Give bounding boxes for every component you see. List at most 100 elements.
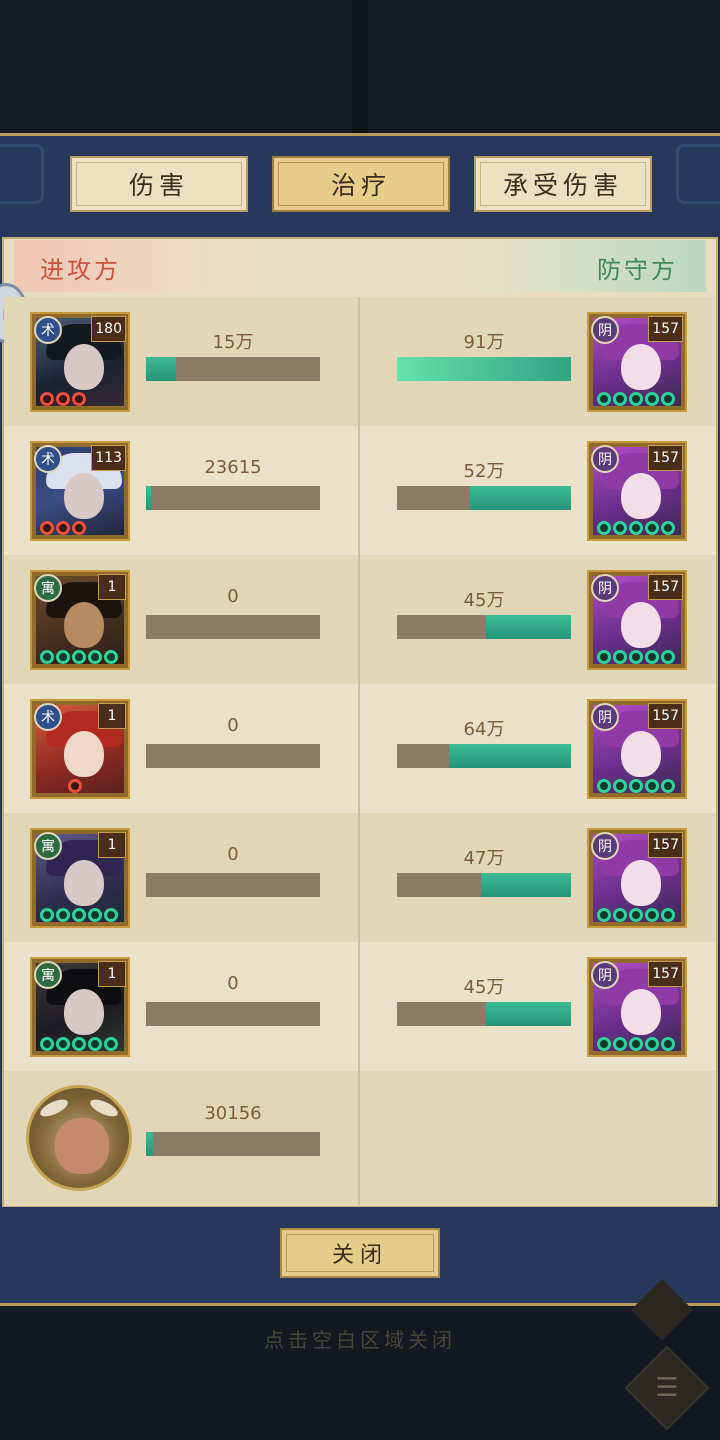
defender-bar [397,744,571,768]
cloud-ornament-right [676,144,720,204]
jade-icon [661,392,675,406]
jade-icon [661,650,675,664]
attacker-portrait[interactable]: 术 113 [30,441,130,541]
face [621,602,661,648]
summon-value: 30156 [204,1103,262,1124]
tab-healing[interactable]: 治疗 [272,156,450,212]
tap-to-close-hint: 点击空白区域关闭 [264,1328,456,1352]
attacker-value: 15万 [212,332,254,353]
background-top [0,0,720,135]
jade-icon [72,392,86,406]
attacker-portrait[interactable]: 寓 1 [30,570,130,670]
attacker-value: 23615 [204,457,262,478]
soul-jade-row [597,650,675,664]
level-badge: 157 [648,316,683,342]
defender-portrait[interactable]: 阴 157 [587,441,687,541]
level-badge: 1 [98,832,126,858]
attacker-value: 0 [227,715,239,736]
jade-icon [645,779,659,793]
face [64,989,104,1035]
summon-portrait[interactable] [26,1085,132,1191]
defender-value: 91万 [463,332,505,353]
faction-badge: 寓 [34,574,62,602]
faction-badge: 阴 [591,445,619,473]
level-badge: 157 [648,574,683,600]
defender-portrait[interactable]: 阴 157 [587,570,687,670]
summon-face [55,1118,109,1174]
jade-icon [645,521,659,535]
soul-jade-row [597,908,675,922]
tab-damage-taken-label: 承受伤害 [502,171,623,200]
face [621,989,661,1035]
level-badge: 157 [648,703,683,729]
soul-jade-row [68,779,82,793]
defender-bar-fill [397,357,571,381]
jade-icon [645,650,659,664]
center-divider [358,297,360,1205]
defender-portrait[interactable]: 阴 157 [587,957,687,1057]
jade-icon [88,650,102,664]
defender-value: 45万 [463,590,505,611]
attacker-bar-fill [146,357,176,381]
defender-bar-fill [449,744,571,768]
attacker-portrait[interactable]: 寓 1 [30,828,130,928]
jade-icon [613,650,627,664]
jade-icon [661,779,675,793]
attacker-portrait[interactable]: 术 1 [30,699,130,799]
jade-icon [40,1037,54,1051]
jade-icon [88,908,102,922]
soul-jade-row [597,521,675,535]
jade-icon [629,392,643,406]
tab-damage-label: 伤害 [128,171,189,200]
defender-label: 防守方 [597,256,678,284]
tab-damage-taken[interactable]: 承受伤害 [474,156,652,212]
defender-bar-fill [485,615,571,639]
faction-badge: 阴 [591,832,619,860]
jade-icon [629,1037,643,1051]
soul-jade-row [597,392,675,406]
defender-bar [397,486,571,510]
attacker-portrait[interactable]: 寓 1 [30,957,130,1057]
jade-icon [56,521,70,535]
jade-icon [56,650,70,664]
jade-icon [40,650,54,664]
defender-portrait[interactable]: 阴 157 [587,312,687,412]
defender-bar [397,357,571,381]
defender-bar-fill [485,1002,571,1026]
jade-icon [40,392,54,406]
faction-badge: 阴 [591,703,619,731]
level-badge: 1 [98,703,126,729]
jade-icon [72,650,86,664]
jade-icon [597,779,611,793]
attacker-value: 0 [227,973,239,994]
summon-bar-fill [146,1132,153,1156]
faction-badge: 术 [34,316,62,344]
jade-icon [88,1037,102,1051]
attacker-value: 0 [227,586,239,607]
defender-bar-fill [470,486,571,510]
jade-icon [645,1037,659,1051]
defender-portrait[interactable]: 阴 157 [587,828,687,928]
level-badge: 157 [648,961,683,987]
faction-badge: 阴 [591,574,619,602]
horn [87,1096,121,1120]
jade-icon [56,908,70,922]
jade-icon [597,521,611,535]
defender-value: 45万 [463,977,505,998]
tab-damage[interactable]: 伤害 [70,156,248,212]
face [64,860,104,906]
attacker-portrait[interactable]: 术 180 [30,312,130,412]
horn [37,1096,71,1120]
faction-badge: 术 [34,703,62,731]
defender-value: 52万 [463,461,505,482]
defender-portrait[interactable]: 阴 157 [587,699,687,799]
level-badge: 1 [98,574,126,600]
summon-bar [146,1132,320,1156]
jade-icon [661,908,675,922]
attacker-bar [146,357,320,381]
close-button-label: 关闭 [331,1243,388,1268]
close-button[interactable]: 关闭 [280,1228,440,1278]
level-badge: 157 [648,445,683,471]
scroll-icon: ☰ [655,1373,679,1403]
jade-icon [613,908,627,922]
